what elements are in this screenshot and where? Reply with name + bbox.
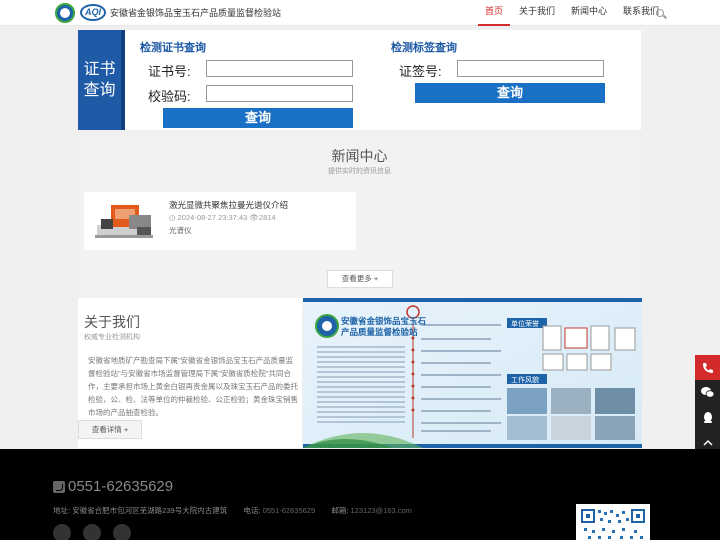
- phone-float-button[interactable]: [695, 355, 720, 380]
- footer-contact-line: 地址: 安徽省合肥市包河区芜湖路239号大院内古建筑 电话: 0551-6263…: [53, 505, 412, 516]
- tel-value[interactable]: 0551-62635629: [263, 506, 316, 515]
- top-header: AQI 安徽省金银饰品宝玉石产品质量监督检验站 首页 关于我们 新闻中心 联系我…: [0, 0, 720, 26]
- news-item-tag[interactable]: 光谱仪: [169, 225, 192, 236]
- tag-no-label: 证签号:: [399, 64, 442, 79]
- news-card[interactable]: 激光显微共聚焦拉曼光谱仪介绍 ◷ 2024-08-27 23:37:43 👁28…: [84, 192, 356, 250]
- query-tab-line1: 证书: [83, 61, 116, 78]
- phone-icon: [53, 481, 65, 493]
- side-float-bar: [695, 355, 720, 455]
- about-section: 关于我们 权威专业检测机构 安徽省地质矿产勘查局下属"安徽省金银饰品宝玉石产品质…: [78, 298, 302, 448]
- about-title: 关于我们: [84, 314, 140, 330]
- cert-query-title: 检测证书查询: [140, 42, 206, 54]
- email-social-icon[interactable]: [113, 524, 131, 540]
- news-section: 新闻中心 提供实时的资讯信息 激光显微共聚焦拉曼光谱仪介绍 ◷ 2024-08-…: [78, 138, 641, 298]
- nav-item-news[interactable]: 新闻中心: [564, 0, 614, 26]
- site-title: 安徽省金银饰品宝玉石产品质量监督检验站: [110, 8, 282, 18]
- intro-poster-image: 安徽省金银饰品宝玉石 产品质量监督检验站 单位荣誉 工作风貌: [303, 298, 642, 448]
- about-details-button[interactable]: 查看详情 +: [78, 420, 142, 439]
- news-thumbnail-image[interactable]: [89, 197, 159, 245]
- check-code-input[interactable]: [206, 85, 353, 102]
- nav-item-about[interactable]: 关于我们: [512, 0, 562, 26]
- news-more-button[interactable]: 查看更多 +: [327, 270, 393, 288]
- query-tab[interactable]: 证书 查询: [78, 30, 125, 130]
- news-item-meta: ◷ 2024-08-27 23:37:43 👁2814: [169, 213, 276, 222]
- nav-item-home[interactable]: 首页: [478, 0, 511, 26]
- wechat-icon: [701, 387, 714, 398]
- news-subtitle: 提供实时的资讯信息: [328, 168, 391, 175]
- search-icon[interactable]: [656, 9, 664, 17]
- qq-icon: [703, 411, 712, 423]
- clock-icon: ◷: [169, 213, 176, 222]
- tag-no-input[interactable]: [457, 60, 604, 77]
- tag-query-title: 检测标签查询: [391, 42, 457, 54]
- news-item-views: 2814: [258, 213, 276, 222]
- cert-no-label: 证书号:: [148, 64, 191, 79]
- news-title: 新闻中心: [331, 148, 388, 164]
- cert-query-button[interactable]: 查询: [163, 108, 353, 128]
- cert-no-input[interactable]: [206, 60, 353, 77]
- eye-icon: 👁: [249, 213, 259, 222]
- about-text: 安徽省地质矿产勘查局下属"安徽省金银饰品宝玉石产品质量监督检验站"与安徽省市场监…: [88, 356, 298, 417]
- logo-emblem-icon[interactable]: [55, 3, 75, 23]
- chevron-up-icon: [702, 439, 713, 446]
- wechat-social-icon[interactable]: [83, 524, 101, 540]
- tag-query-button[interactable]: 查询: [415, 83, 605, 103]
- phone-icon: [702, 362, 713, 373]
- main-nav: 首页 关于我们 新闻中心 联系我们: [478, 0, 668, 26]
- poster-org-name-line2: 产品质量监督检验站: [341, 327, 418, 337]
- email-label: 邮箱:: [331, 506, 349, 515]
- address-value: 安徽省合肥市包河区芜湖路239号大院内古建筑: [72, 506, 228, 515]
- qq-social-icon[interactable]: [53, 524, 71, 540]
- wechat-float-button[interactable]: [695, 380, 720, 405]
- logo-aqi[interactable]: AQI: [80, 4, 106, 21]
- poster-org-name-line1: 安徽省金银饰品宝玉石: [341, 316, 427, 326]
- news-item-date: 2024-08-27 23:37:43: [177, 213, 248, 222]
- check-code-label: 校验码:: [148, 89, 191, 104]
- poster-style-label: 工作风貌: [511, 375, 539, 384]
- about-subtitle: 权威专业检测机构: [84, 334, 140, 341]
- footer-phone[interactable]: 0551-62635629: [68, 478, 173, 495]
- news-item-title[interactable]: 激光显微共聚焦拉曼光谱仪介绍: [169, 199, 288, 211]
- footer: 0551-62635629 地址: 安徽省合肥市包河区芜湖路239号大院内古建筑…: [0, 449, 720, 540]
- email-value[interactable]: 123123@163.com: [351, 506, 412, 515]
- query-panel: 证书 查询 检测证书查询 证书号: 校验码: 查询 检测标签查询 证签号: 查询: [78, 30, 641, 130]
- poster-honor-label: 单位荣誉: [511, 319, 539, 328]
- tel-label: 电话:: [243, 506, 261, 515]
- query-tab-line2: 查询: [83, 82, 116, 99]
- qr-code-image: [576, 504, 650, 540]
- address-label: 地址:: [53, 506, 71, 515]
- qq-float-button[interactable]: [695, 405, 720, 430]
